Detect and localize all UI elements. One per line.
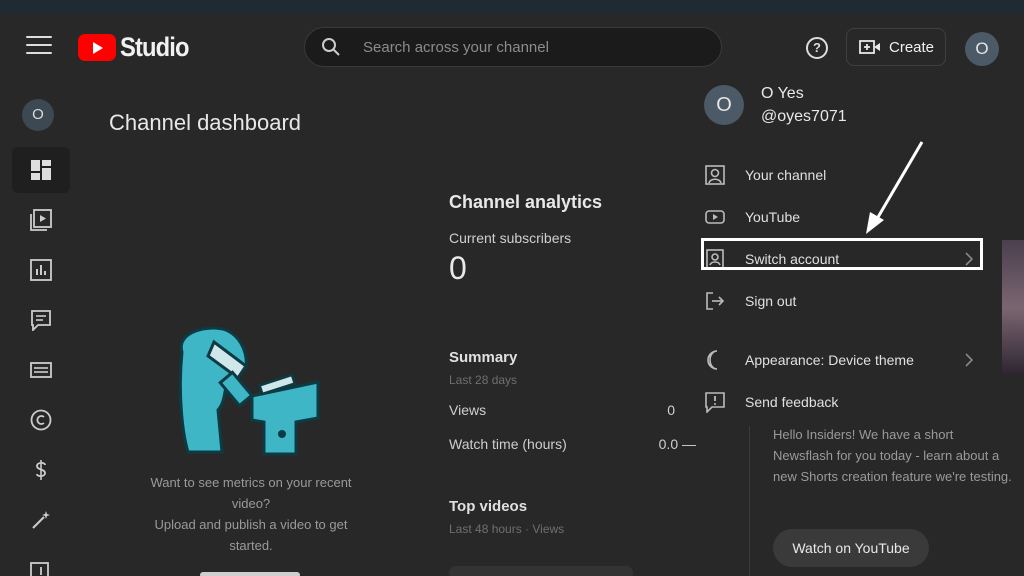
account-avatar[interactable]: O [965,32,999,66]
audio-library-icon [30,562,49,576]
menu-item-label: Sign out [745,293,797,309]
menu-hamburger-icon[interactable] [26,36,52,58]
menu-item-youtube[interactable]: YouTube [688,197,1002,237]
menu-item-sign-out[interactable]: Sign out [688,281,1002,321]
youtube-icon [705,210,725,224]
analytics-icon [30,259,52,281]
watch-on-youtube-button[interactable]: Watch on YouTube [773,529,929,567]
summary-range: Last 28 days [449,373,518,387]
search-icon [322,38,340,56]
account-name: O Yes [761,85,804,102]
video-thumbnail[interactable] [1000,240,1024,376]
appearance-icon [707,350,718,370]
sign-out-icon [706,292,725,310]
feedback-icon [705,392,725,413]
page-title: Channel dashboard [109,110,302,135]
news-card-divider [749,400,750,576]
help-icon[interactable]: ? [806,37,828,59]
metric-views-value: 0 [667,402,675,418]
create-button[interactable]: Create [846,28,946,66]
search-input[interactable]: Search across your channel [363,39,549,56]
channel-avatar[interactable]: O [22,99,54,131]
copyright-icon [30,409,52,431]
subtitles-icon [30,362,52,378]
sidebar-item-dashboard[interactable] [12,147,70,193]
youtube-logo-icon [78,34,116,61]
empty-state-line1: Want to see metrics on your recent video… [150,475,352,511]
metric-views-label: Views [449,402,487,418]
analytics-title: Channel analytics [449,192,603,212]
menu-item-send-feedback[interactable]: Send feedback [688,382,1002,422]
create-label: Create [889,38,935,56]
pointer-arrow-icon [866,141,924,234]
account-handle: @oyes7071 [761,108,847,125]
sidebar-item-customization[interactable] [12,497,70,543]
empty-state-line2: Upload and publish a video to get starte… [154,517,348,553]
news-text: Hello Insiders! We have a short Newsflas… [773,427,1012,484]
top-videos-placeholder [449,566,633,576]
menu-item-appearance[interactable]: Appearance: Device theme [688,340,1002,380]
menu-item-your-channel[interactable]: Your channel [688,155,1002,195]
logo-text: Studio [120,32,190,62]
comments-icon [31,310,51,331]
metric-watch-time-value: 0.0 — [658,436,696,452]
top-videos-range: Last 48 hours · Views [449,522,565,536]
sidebar-item-content[interactable] [12,197,70,243]
search-bar[interactable]: Search across your channel [304,27,722,67]
menu-avatar: O [704,85,744,125]
summary-title: Summary [449,349,518,366]
browser-top-strip [0,0,1024,14]
microscope-illustration [178,326,320,456]
menu-item-label: YouTube [745,209,801,225]
menu-item-label: Your channel [745,167,827,183]
subscribers-count: 0 [449,250,467,286]
subscribers-label: Current subscribers [449,230,572,246]
create-video-icon [859,40,880,54]
studio-logo[interactable]: Studio [78,32,198,63]
customization-icon [32,511,50,529]
left-sidebar: O [0,80,76,576]
dashboard-icon [31,160,51,180]
sidebar-item-earn[interactable] [12,447,70,493]
sidebar-item-comments[interactable] [12,297,70,343]
menu-item-label: Send feedback [745,394,839,410]
sidebar-item-subtitles[interactable] [12,347,70,393]
empty-state-text: Want to see metrics on your recent video… [138,472,364,556]
channel-icon [705,165,725,185]
metric-watch-time-label: Watch time (hours) [449,436,567,452]
content-icon [30,209,52,231]
sidebar-item-copyright[interactable] [12,397,70,443]
sidebar-item-audio-library[interactable] [12,547,70,576]
upload-videos-button[interactable] [200,572,300,576]
chevron-right-icon [965,353,974,367]
switch-account-highlight [701,238,983,270]
earn-icon [36,460,46,480]
top-videos-title: Top videos [449,498,528,515]
menu-item-label: Appearance: Device theme [745,352,914,368]
sidebar-item-analytics[interactable] [12,247,70,293]
